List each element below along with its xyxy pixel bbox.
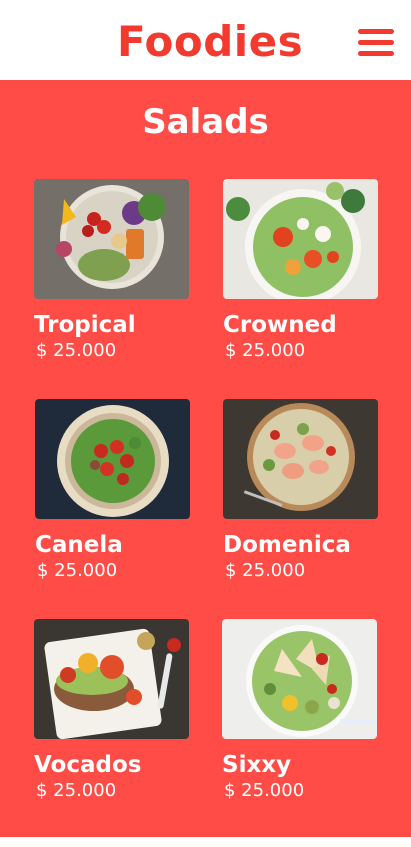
- salad-name: Canela: [35, 532, 123, 558]
- salad-card-crowned[interactable]: Crowned $ 25.000: [223, 179, 383, 363]
- salad-card-vocados[interactable]: Vocados $ 25.000: [34, 619, 194, 803]
- salad-price: $ 25.000: [225, 340, 306, 361]
- salad-name: Sixxy: [222, 752, 292, 778]
- salad-price: $ 25.000: [37, 560, 118, 581]
- salad-card-domenica[interactable]: Domenica $ 25.000: [223, 399, 383, 583]
- page-title: Salads: [142, 102, 269, 142]
- salad-price: $ 25.000: [224, 780, 305, 801]
- salad-image-domenica[interactable]: [223, 399, 378, 519]
- salad-image-canela[interactable]: [35, 399, 190, 519]
- app-logo[interactable]: Foodies: [117, 14, 303, 70]
- salad-price: $ 25.000: [36, 340, 117, 361]
- salad-name: Crowned: [223, 312, 337, 338]
- hamburger-menu-icon[interactable]: [358, 29, 396, 57]
- salad-name: Vocados: [34, 752, 142, 778]
- main-section: Salads Tropical $ 25.000 Crowned $ 25.00…: [0, 80, 411, 837]
- salad-price: $ 25.000: [225, 560, 306, 581]
- salad-card-canela[interactable]: Canela $ 25.000: [35, 399, 195, 583]
- salad-name: Domenica: [223, 532, 351, 558]
- salad-card-sixxy[interactable]: Sixxy $ 25.000: [222, 619, 382, 803]
- salad-image-tropical[interactable]: [34, 179, 189, 299]
- salad-price: $ 25.000: [36, 780, 117, 801]
- salad-image-crowned[interactable]: [223, 179, 378, 299]
- bottom-edge: [0, 837, 411, 847]
- salad-image-vocados[interactable]: [34, 619, 189, 739]
- header: Foodies: [0, 0, 411, 80]
- salad-image-sixxy[interactable]: [222, 619, 377, 739]
- salad-name: Tropical: [34, 312, 136, 338]
- salad-card-tropical[interactable]: Tropical $ 25.000: [34, 179, 194, 363]
